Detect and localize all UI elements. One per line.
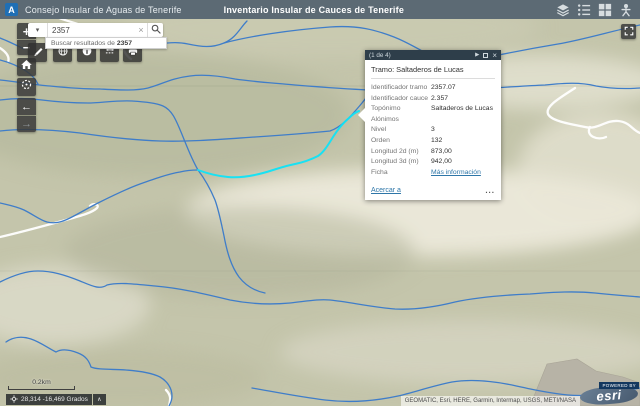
app-subtitle: Inventario Insular de Cauces de Tenerife bbox=[223, 4, 405, 15]
agency-logo: A bbox=[5, 3, 18, 16]
app-header: A Consejo Insular de Aguas de Tenerife I… bbox=[0, 0, 640, 19]
maximize-icon[interactable] bbox=[483, 52, 489, 58]
popup-title: Tramo: Saltaderos de Lucas bbox=[371, 65, 495, 79]
coordinate-expand-button[interactable]: ∧ bbox=[92, 394, 106, 405]
chevron-down-icon: ▾ bbox=[35, 27, 40, 34]
coordinate-widget: 28,314 -16,469 Grados ∧ bbox=[6, 394, 106, 405]
esri-brand-text: esri bbox=[595, 387, 623, 404]
app-title: Consejo Insular de Aguas de Tenerife bbox=[25, 4, 182, 15]
map-attribution: GEOMATIC, Esri, HERE, Garmin, Intermap, … bbox=[400, 396, 580, 406]
popup-pager: (1 de 4) bbox=[369, 51, 391, 59]
close-icon: × bbox=[138, 25, 144, 35]
suggestion-text: Buscar resultados de bbox=[51, 39, 115, 47]
esri-logo: esri POWERED BY bbox=[576, 382, 640, 406]
field-row: Longitud 3d (m) 942,00 bbox=[371, 158, 452, 166]
pencil-icon bbox=[32, 44, 44, 62]
scale-bar: 0.2km bbox=[8, 379, 75, 390]
app-window: A Consejo Insular de Aguas de Tenerife I… bbox=[0, 0, 640, 406]
search-input[interactable] bbox=[48, 23, 135, 37]
field-row: Alónimos bbox=[371, 115, 399, 123]
field-row: Topónimo Saltaderos de Lucas bbox=[371, 105, 493, 113]
basemap-gallery-icon[interactable] bbox=[598, 3, 612, 17]
suggestion-term: 2357 bbox=[116, 39, 132, 47]
field-row: Orden 132 bbox=[371, 136, 443, 144]
feature-popup: (1 de 4) ▶ × Tramo: Saltaderos de Lucas … bbox=[358, 50, 501, 201]
popup-anchor-pointer bbox=[358, 108, 365, 122]
locate-icon bbox=[20, 78, 33, 96]
next-extent-button[interactable]: → bbox=[17, 116, 36, 132]
more-options-icon[interactable]: ... bbox=[485, 186, 495, 194]
fullscreen-button[interactable] bbox=[621, 24, 636, 39]
search-suggestion-item[interactable]: Buscar resultados de 2357 bbox=[45, 37, 167, 49]
coordinate-text: 28,314 -16,469 Grados bbox=[21, 396, 88, 403]
search-button[interactable] bbox=[147, 23, 163, 37]
close-icon[interactable]: × bbox=[492, 51, 497, 59]
popup-header[interactable]: (1 de 4) ▶ × bbox=[365, 50, 501, 60]
map-canvas[interactable] bbox=[0, 0, 640, 406]
scale-label: 0.2km bbox=[32, 379, 51, 386]
fullscreen-icon bbox=[624, 23, 634, 41]
field-row: Identificador tramo 2357.07 bbox=[371, 84, 456, 91]
field-row-ficha: Ficha Más información bbox=[371, 168, 495, 179]
field-row: Identificador cauce 2.357 bbox=[371, 94, 449, 102]
search-clear-button[interactable]: × bbox=[135, 23, 147, 37]
zoom-to-link[interactable]: Acercar a bbox=[371, 187, 401, 194]
search-widget: ▾ × bbox=[28, 23, 163, 37]
my-location-button[interactable] bbox=[17, 78, 36, 96]
coordinate-display[interactable]: 28,314 -16,469 Grados bbox=[6, 394, 92, 405]
next-feature-icon[interactable]: ▶ bbox=[475, 52, 479, 58]
field-row: Nivel 3 bbox=[371, 126, 435, 134]
more-info-link[interactable]: Más información bbox=[431, 168, 481, 179]
field-row: Longitud 2d (m) 873,00 bbox=[371, 147, 452, 155]
crosshair-icon bbox=[10, 394, 18, 405]
person-icon[interactable] bbox=[619, 3, 633, 17]
previous-extent-button[interactable]: ← bbox=[17, 98, 36, 115]
legend-icon[interactable] bbox=[577, 3, 591, 17]
layers-icon[interactable] bbox=[556, 3, 570, 17]
search-source-dropdown[interactable]: ▾ bbox=[28, 23, 48, 37]
chevron-up-icon: ∧ bbox=[97, 397, 102, 403]
scale-bar-line bbox=[8, 386, 75, 390]
powered-by-label: POWERED BY bbox=[599, 382, 639, 389]
